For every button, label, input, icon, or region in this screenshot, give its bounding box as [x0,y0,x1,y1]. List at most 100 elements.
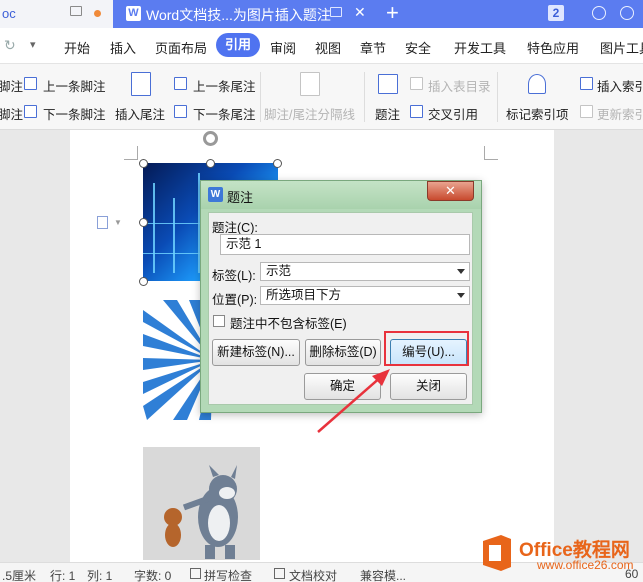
menu-home[interactable]: 开始 [64,38,90,57]
spell-check-button[interactable]: 拼写检查 [204,567,252,582]
share-icon[interactable] [620,6,634,20]
cartoon-graphic [164,465,238,559]
proofread-icon [274,568,285,579]
next-endnote-button[interactable]: 下一条尾注 [193,104,256,123]
update-index-icon [580,105,593,118]
resize-handle[interactable] [273,159,282,168]
footnote-label-cut[interactable]: 脚注 [0,76,23,95]
paragraph-layout-icon[interactable] [97,216,108,229]
tab-label: oc [2,6,16,21]
redo-icon[interactable]: ↻ [4,37,16,54]
cloud-sync-icon[interactable] [592,6,606,20]
new-tab-button[interactable]: + [386,1,399,25]
title-bar: oc W Word文档技...为图片插入题注 ✕ + 2 [0,0,643,28]
menu-view[interactable]: 视图 [315,38,341,57]
compat-mode-label: 兼容模... [360,569,407,582]
prev-endnote-icon [174,77,187,90]
update-index-button[interactable]: 更新索引 [597,104,643,123]
ribbon-separator [497,72,498,122]
quick-access-dropdown-icon[interactable]: ▾ [30,38,36,51]
image-cartoon-cat-mouse[interactable] [143,447,260,560]
footnote-label-cut-2[interactable]: 脚注 [0,104,23,123]
menu-bar: ↻ ▾ 开始 插入 页面布局 引用 审阅 视图 章节 安全 开发工具 特色应用 … [0,28,643,64]
chevron-down-icon[interactable]: ▼ [114,218,122,227]
spell-check-icon [190,568,201,579]
table-of-figures-icon [410,77,423,90]
separator-line-icon [300,72,320,96]
site-watermark: Office教程网 www.office26.com [479,531,639,577]
tab-active-document[interactable]: W Word文档技...为图片插入题注 ✕ [116,0,370,28]
resize-handle[interactable] [139,218,148,227]
tab-previous-document[interactable]: oc [0,0,113,28]
status-word-count[interactable]: 字数: 0 [134,567,171,582]
label-select[interactable]: 示范 [260,262,470,281]
chevron-down-icon [457,269,465,274]
menu-review[interactable]: 审阅 [270,38,296,57]
label-field-label: 标签(L): [212,269,256,283]
resize-handle[interactable] [139,277,148,286]
wps-writer-icon: W [126,6,141,21]
unsaved-dot-icon [94,10,101,17]
resize-handle[interactable] [206,159,215,168]
cross-reference-button[interactable]: 交叉引用 [428,104,478,123]
close-button[interactable]: 关闭 [390,373,467,400]
office-logo-icon [483,535,511,571]
insert-endnote-button[interactable]: 插入尾注 [115,104,165,123]
prev-endnote-button[interactable]: 上一条尾注 [193,76,256,95]
chevron-down-icon [457,293,465,298]
mark-index-icon [528,74,546,94]
menu-section[interactable]: 章节 [360,38,386,57]
annotation-highlight-box [384,331,469,366]
watermark-url: www.office26.com [537,558,634,572]
caption-button[interactable]: 题注 [375,104,400,123]
exclude-label-checkbox-label[interactable]: 题注中不包含标签(E) [230,313,347,332]
insert-index-button[interactable]: 插入索引 [597,76,643,95]
dialog-close-button[interactable]: ✕ [427,181,474,201]
next-footnote-icon [24,105,37,118]
status-line: 行: 1 [50,569,76,582]
doc-proofread-button[interactable]: 文档校对 [289,567,337,582]
image-detail [153,183,155,273]
cross-reference-icon [410,105,423,118]
delete-label-button[interactable]: 删除标签(D) [305,339,381,366]
monitor-icon [70,6,82,16]
menu-special-apps[interactable]: 特色应用 [527,38,579,57]
menu-references[interactable]: 引用 [216,33,261,57]
monitor-icon [330,7,342,17]
prev-footnote-button[interactable]: 上一条脚注 [43,76,106,95]
resize-handle[interactable] [139,159,148,168]
page-margin-corner [484,146,498,160]
position-select[interactable]: 所选项目下方 [260,286,470,305]
caption-icon [378,74,398,94]
exclude-label-checkbox[interactable] [213,315,225,327]
label-select-value: 示范 [266,264,292,278]
mark-index-entry-button[interactable]: 标记索引项 [506,104,569,123]
tab-title: Word文档技...为图片插入题注 [146,7,331,23]
footnote-separator-button[interactable]: 脚注/尾注分隔线 [264,104,355,123]
annotation-arrow-icon [317,369,390,433]
menu-developer-tools[interactable]: 开发工具 [454,38,506,57]
insert-index-icon [580,77,593,90]
caption-text-field[interactable]: 示范 1 [220,234,470,255]
rotate-handle-icon[interactable] [203,131,218,146]
image-detail [173,198,175,273]
insert-endnote-icon [131,72,151,96]
menu-picture-tools[interactable]: 图片工具 [600,38,643,57]
prev-footnote-icon [24,77,37,90]
window-count-badge[interactable]: 2 [548,5,564,21]
close-tab-icon[interactable]: ✕ [354,4,366,21]
status-position: .5厘米 [2,569,37,582]
menu-page-layout[interactable]: 页面布局 [155,38,207,57]
dialog-title: 题注 [227,190,254,205]
status-column: 列: 1 [87,569,113,582]
ribbon-toolbar: 脚注 脚注 上一条脚注 下一条脚注 插入尾注 上一条尾注 下一条尾注 脚注/尾注… [0,64,643,130]
menu-security[interactable]: 安全 [405,38,431,57]
position-select-value: 所选项目下方 [266,288,342,302]
insert-table-of-figures-button[interactable]: 插入表目录 [428,76,491,95]
new-label-button[interactable]: 新建标签(N)... [212,339,300,366]
next-footnote-button[interactable]: 下一条脚注 [43,104,106,123]
position-field-label: 位置(P): [212,293,258,307]
page-margin-corner [124,146,138,160]
menu-insert[interactable]: 插入 [110,38,136,57]
ribbon-separator [260,72,261,122]
